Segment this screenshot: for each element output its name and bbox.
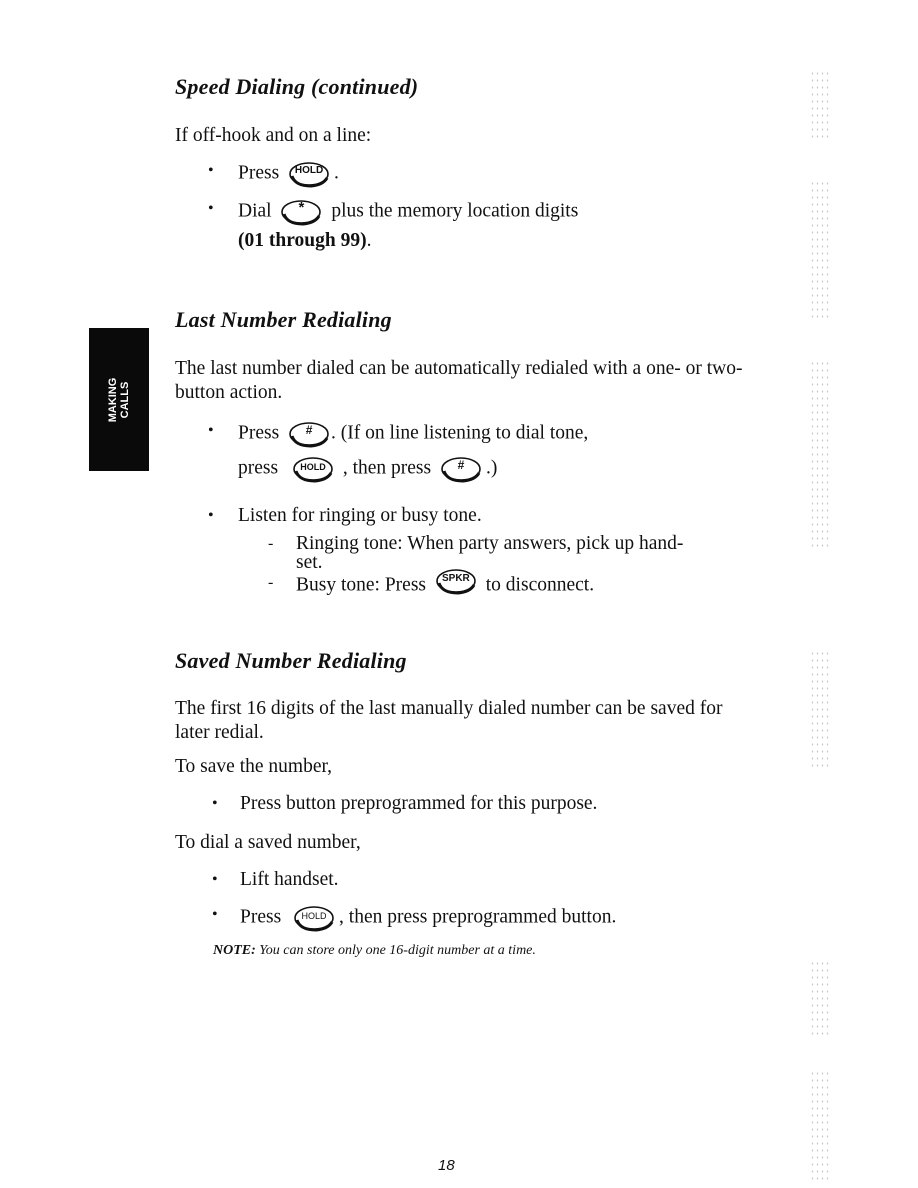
scan-artifact — [810, 650, 830, 770]
key-label: # — [305, 423, 313, 437]
step-text: Press — [238, 162, 280, 184]
last-number-redialing-heading: Last Number Redialing — [175, 307, 392, 332]
bullet: • — [212, 871, 218, 888]
step-text: , then press — [342, 457, 432, 479]
step-text: Listen for ringing or busy tone. — [238, 505, 482, 526]
dial-label: To dial a saved number, — [175, 832, 361, 853]
star-key-icon: * — [279, 198, 323, 226]
step-text: , then press preprogrammed button. — [339, 906, 617, 928]
sub-item-text: Ringing tone: When party answers, pick u… — [296, 533, 684, 554]
step-text: Lift handset. — [240, 869, 339, 890]
step-text: plus the memory location digits — [331, 200, 579, 222]
list-item-continuation: press HOLD , then press # .) — [238, 455, 497, 483]
sub-list-item-continuation: set. — [296, 553, 323, 573]
scan-artifact — [810, 1070, 830, 1180]
saved-number-intro: The first 16 digits of the last manually… — [175, 698, 723, 743]
step-text: . — [334, 162, 339, 184]
step-text: . (If on line listening to dial tone, — [331, 422, 589, 444]
punctuation: . — [366, 230, 372, 251]
sub-item-text: to disconnect. — [485, 574, 595, 596]
sub-list-item: - Busy tone: Press SPKR to disconnect. — [268, 569, 595, 600]
step-text: Dial — [238, 200, 272, 222]
manual-page: MAKING CALLS Speed Dialing (continued) I… — [0, 0, 918, 1188]
bullet: • — [208, 162, 214, 179]
bullet: • — [208, 507, 214, 524]
scan-artifact — [810, 960, 830, 1035]
memory-range: (01 through 99) — [238, 230, 367, 251]
sub-item-text: Busy tone: Press — [296, 574, 427, 596]
saved-number-redialing-heading: Saved Number Redialing — [175, 648, 407, 673]
key-label: HOLD — [301, 911, 327, 921]
note-text: You can store only one 16-digit number a… — [259, 943, 536, 958]
step-text: Press button preprogrammed for this purp… — [240, 793, 598, 814]
bullet: • — [208, 422, 214, 439]
scan-artifact — [810, 180, 830, 320]
step-text: Press — [238, 422, 280, 444]
save-label: To save the number, — [175, 756, 333, 777]
dash-bullet: - — [268, 535, 274, 552]
list-item: • Press HOLD , then press preprogrammed … — [212, 904, 617, 932]
speaker-key-icon: SPKR — [434, 567, 478, 595]
list-item: • Press HOLD . — [208, 160, 339, 188]
hold-key-icon: HOLD — [287, 160, 331, 188]
list-item: • Lift handset. — [212, 869, 339, 891]
pound-key-icon: # — [439, 455, 483, 483]
bullet: • — [212, 906, 218, 923]
dash-bullet: - — [268, 574, 274, 591]
sub-list-item: - Ringing tone: When party answers, pick… — [268, 533, 684, 555]
step-text: .) — [485, 457, 498, 479]
key-label: SPKR — [441, 573, 470, 584]
list-item: • Dial * plus the memory location digits — [208, 198, 579, 226]
bullet: • — [208, 200, 214, 217]
key-label: HOLD — [294, 165, 324, 176]
section-tab-label: MAKING CALLS — [107, 377, 131, 422]
pound-key-icon: # — [287, 420, 331, 448]
key-label: # — [457, 458, 465, 472]
scan-artifact — [810, 70, 830, 140]
list-item-continuation: (01 through 99). — [238, 230, 371, 252]
speed-dialing-intro: If off-hook and on a line: — [175, 125, 372, 146]
key-label: HOLD — [300, 462, 326, 472]
note: NOTE: You can store only one 16-digit nu… — [213, 943, 536, 959]
key-label: * — [298, 199, 305, 216]
step-text: press — [238, 457, 279, 479]
speed-dialing-heading: Speed Dialing (continued) — [175, 74, 419, 99]
list-item: • Press button preprogrammed for this pu… — [212, 793, 598, 815]
scan-artifact — [810, 360, 830, 550]
tab-label-line1: MAKING — [107, 377, 119, 422]
list-item: • Press # . (If on line listening to dia… — [208, 420, 589, 448]
last-number-intro: The last number dialed can be automatica… — [175, 358, 743, 403]
note-label: NOTE: — [213, 943, 256, 958]
hold-key-icon: HOLD — [291, 455, 335, 483]
tab-label-line2: CALLS — [119, 381, 131, 418]
bullet: • — [212, 795, 218, 812]
list-item: • Listen for ringing or busy tone. — [208, 505, 482, 527]
section-tab: MAKING CALLS — [89, 328, 149, 471]
sub-item-text: set. — [296, 552, 323, 573]
step-text: Press — [240, 906, 282, 928]
hold-key-icon: HOLD — [292, 904, 336, 932]
page-number: 18 — [438, 1157, 455, 1174]
